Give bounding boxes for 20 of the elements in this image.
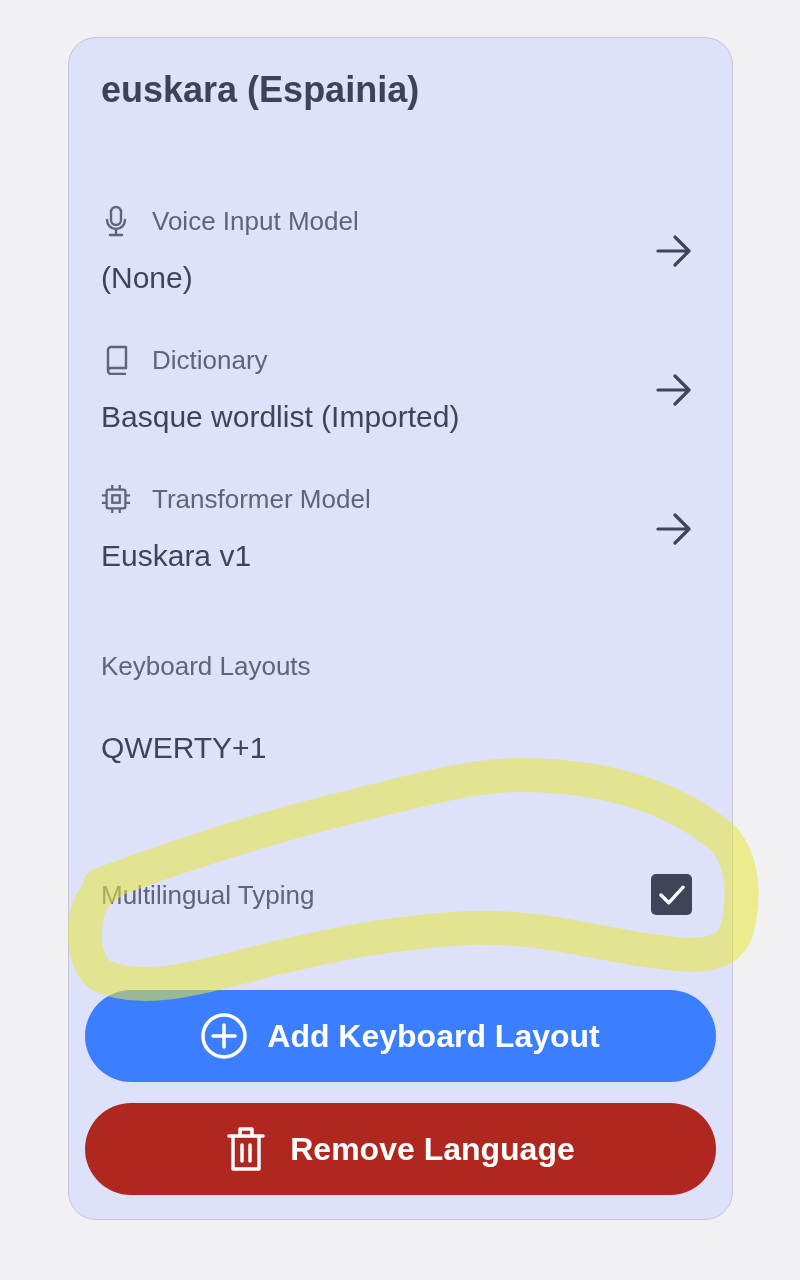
checkbox[interactable] (651, 874, 692, 915)
remove-language-button[interactable]: Remove Language (85, 1103, 716, 1195)
arrow-right-icon[interactable] (656, 374, 692, 406)
microphone-icon (104, 205, 128, 237)
language-title: euskara (Espainia) (101, 68, 421, 112)
setting-label: Dictionary (152, 344, 268, 377)
layout-value: QWERTY+1 (101, 730, 267, 766)
checkmark-icon (658, 884, 685, 905)
arrow-right-icon[interactable] (656, 235, 692, 267)
trash-icon (226, 1125, 267, 1173)
chip-icon (101, 484, 131, 514)
section-label: Keyboard Layouts (101, 650, 311, 683)
arrow-right-icon[interactable] (656, 513, 692, 545)
add-layout-button[interactable]: Add Keyboard Layout (85, 990, 716, 1082)
setting-value: (None) (101, 260, 193, 296)
setting-value: Euskara v1 (101, 538, 252, 574)
plus-circle-icon (201, 1013, 248, 1059)
setting-label: Transformer Model (152, 483, 371, 516)
setting-value: Basque wordlist (Imported) (101, 399, 460, 435)
setting-label: Voice Input Model (152, 205, 359, 238)
